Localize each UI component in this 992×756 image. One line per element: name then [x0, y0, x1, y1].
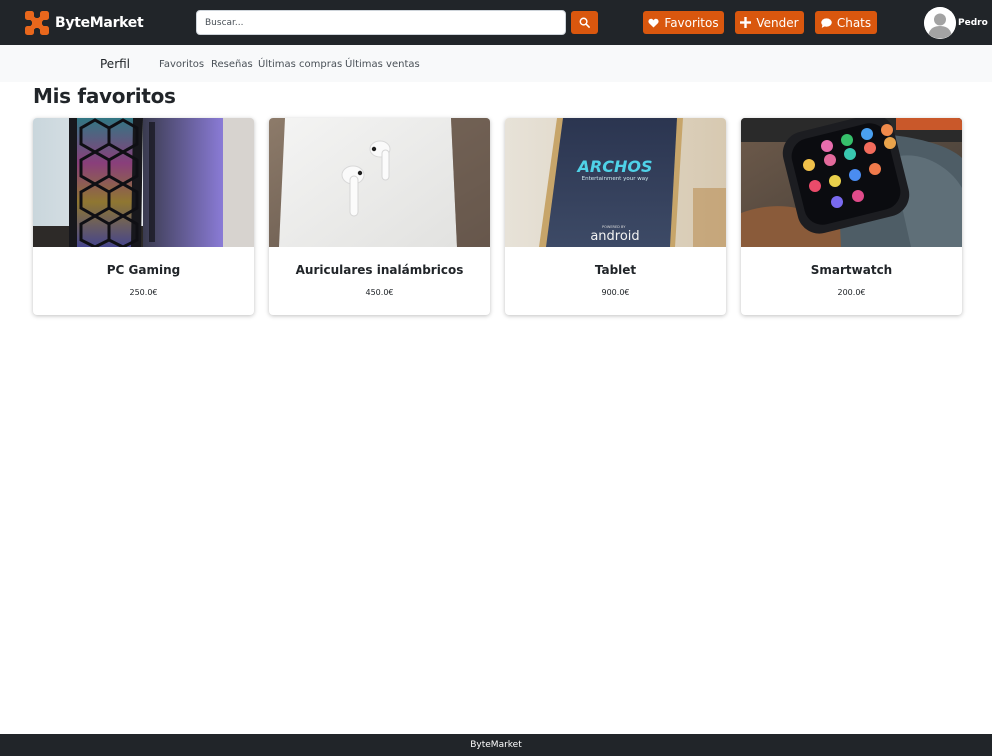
user-name: Pedro	[958, 17, 988, 28]
favorites-button-label: Favoritos	[664, 15, 719, 30]
svg-text:android: android	[590, 229, 639, 244]
footer: ByteMarket	[0, 734, 992, 756]
svg-text:Entertainment your way: Entertainment your way	[582, 176, 649, 182]
profile-subnav: Perfil Favoritos Reseñas Últimas compras…	[0, 45, 992, 82]
favorites-button[interactable]: Favoritos	[643, 11, 724, 34]
product-image-smartwatch	[741, 118, 962, 247]
sell-button-label: Vender	[756, 15, 799, 30]
subnav-link-ultimas-compras[interactable]: Últimas compras	[258, 59, 342, 70]
product-image-auriculares	[269, 118, 490, 247]
subnav-title: Perfil	[100, 57, 131, 71]
chats-button-label: Chats	[836, 15, 872, 30]
user-menu[interactable]: Pedro	[924, 6, 988, 39]
subnav-link-favoritos[interactable]: Favoritos	[159, 59, 204, 70]
product-name: Auriculares inalámbricos	[295, 263, 464, 277]
product-image-pc-gaming	[33, 118, 254, 247]
top-navbar: ByteMarket Favoritos Vender Chats	[0, 0, 992, 45]
chats-button[interactable]: Chats	[815, 11, 877, 34]
product-price: 900.0€	[601, 288, 630, 297]
product-card-auriculares[interactable]: Auriculares inalámbricos 450.0€	[269, 118, 490, 315]
bytemarket-logo-icon	[24, 9, 50, 36]
product-name: Smartwatch	[810, 263, 893, 277]
footer-text: ByteMarket	[470, 740, 522, 750]
sell-button[interactable]: Vender	[735, 11, 804, 34]
brand-name: ByteMarket	[55, 14, 144, 31]
page-title: Mis favoritos	[33, 84, 176, 108]
product-card-tablet[interactable]: ARCHOS Entertainment your way android PO…	[505, 118, 726, 315]
product-price: 200.0€	[837, 288, 866, 297]
search-input[interactable]	[196, 10, 566, 35]
user-avatar-icon	[924, 6, 956, 39]
product-card-pc-gaming[interactable]: PC Gaming 250.0€	[33, 118, 254, 315]
brand-link[interactable]: ByteMarket	[24, 9, 144, 36]
heart-icon	[648, 18, 659, 28]
product-name: PC Gaming	[106, 263, 181, 277]
svg-text:ARCHOS: ARCHOS	[576, 157, 653, 176]
product-card-smartwatch[interactable]: Smartwatch 200.0€	[741, 118, 962, 315]
product-image-tablet: ARCHOS Entertainment your way android PO…	[505, 118, 726, 247]
plus-icon	[740, 17, 752, 28]
product-price: 250.0€	[129, 288, 158, 297]
product-name: Tablet	[594, 263, 637, 277]
subnav-link-ultimas-ventas[interactable]: Últimas ventas	[345, 59, 420, 70]
search-button[interactable]	[571, 11, 598, 34]
search-icon	[579, 17, 590, 28]
svg-text:POWERED BY: POWERED BY	[602, 225, 626, 229]
product-price: 450.0€	[365, 288, 394, 297]
chat-icon	[821, 17, 832, 28]
subnav-link-resenas[interactable]: Reseñas	[211, 59, 253, 70]
